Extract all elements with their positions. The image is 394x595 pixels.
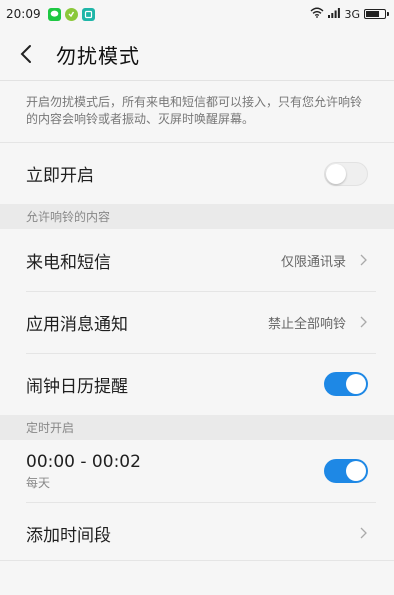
app-header: 勿扰模式	[0, 28, 394, 80]
add-period-label: 添加时间段	[26, 525, 111, 546]
row-app-notifications[interactable]: 应用消息通知 禁止全部响铃	[0, 291, 394, 353]
network-type-label: 3G	[344, 7, 360, 21]
schedule-period-time: 00:00 - 00:02	[26, 451, 141, 472]
wechat-notification-icon	[47, 7, 61, 21]
schedule-period-repeat: 每天	[26, 475, 51, 490]
app-notification-icon-2	[81, 7, 95, 21]
status-bar: 20:09 3G	[0, 0, 394, 28]
alarm-calendar-toggle[interactable]	[324, 372, 368, 396]
signal-icon	[328, 7, 341, 21]
chevron-right-icon	[358, 253, 368, 267]
row-calls-sms[interactable]: 来电和短信 仅限通讯录	[0, 229, 394, 291]
chevron-right-icon	[358, 526, 368, 540]
page-title: 勿扰模式	[56, 43, 140, 68]
app-notifications-label: 应用消息通知	[26, 314, 128, 335]
immediate-enable-toggle[interactable]	[324, 161, 368, 186]
back-arrow-icon[interactable]	[14, 42, 38, 66]
calls-sms-value: 仅限通讯录	[280, 254, 346, 270]
app-notification-icon	[64, 7, 78, 21]
schedule-period-toggle[interactable]	[324, 459, 368, 483]
row-alarm-calendar[interactable]: 闹钟日历提醒	[0, 353, 394, 415]
allowed-section-header: 允许响铃的内容	[0, 204, 394, 229]
row-immediate-enable[interactable]: 立即开启	[0, 142, 394, 204]
wifi-icon	[310, 7, 324, 21]
chevron-right-icon	[358, 315, 368, 329]
app-notifications-value: 禁止全部响铃	[267, 316, 346, 332]
description-text: 开启勿扰模式后，所有来电和短信都可以接入，只有您允许响铃的内容会响铃或者振动、灭…	[0, 81, 394, 142]
calls-sms-label: 来电和短信	[26, 252, 111, 273]
battery-icon	[364, 9, 389, 19]
status-time: 20:09	[6, 7, 41, 21]
alarm-calendar-label: 闹钟日历提醒	[26, 376, 128, 397]
list-bottom-divider	[0, 560, 394, 561]
row-schedule-period[interactable]: 00:00 - 00:02 每天	[0, 440, 394, 502]
schedule-section-header: 定时开启	[0, 415, 394, 440]
row-add-period[interactable]: 添加时间段	[0, 502, 394, 564]
immediate-enable-label: 立即开启	[26, 166, 94, 186]
